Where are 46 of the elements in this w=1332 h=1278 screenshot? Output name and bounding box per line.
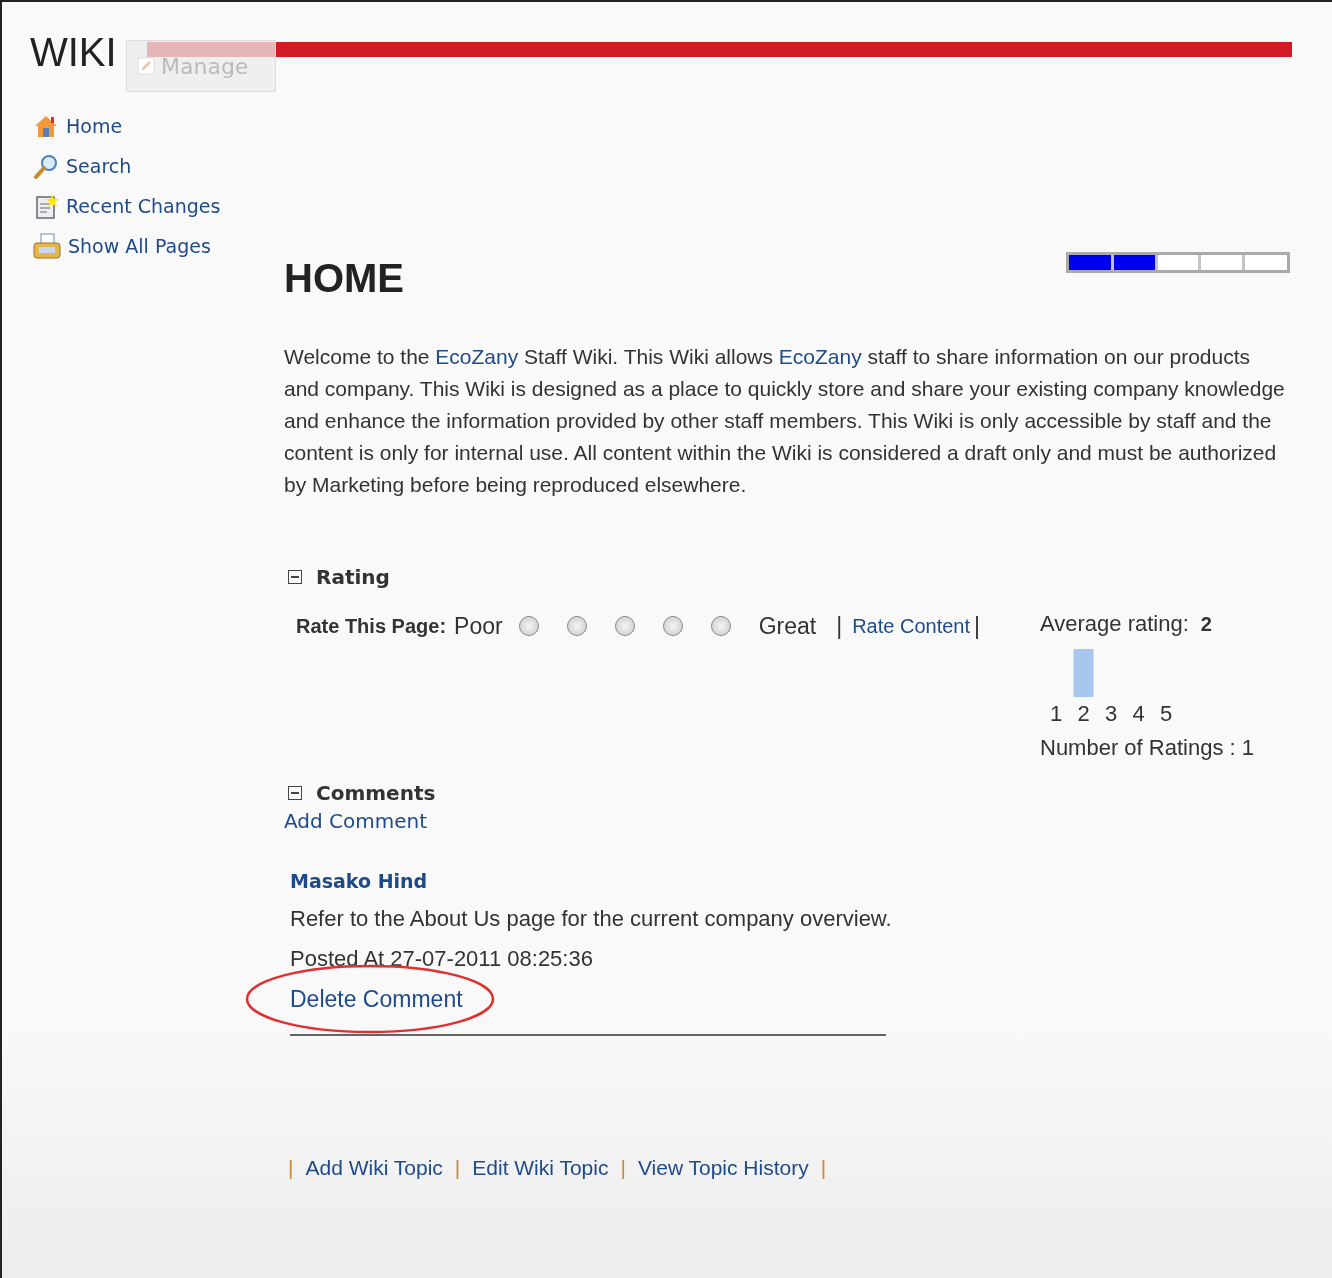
page-title: HOME	[284, 256, 404, 301]
rating-radio[interactable]	[662, 616, 683, 636]
wiki-title: WIKI	[30, 29, 117, 76]
rating-radio[interactable]	[710, 616, 731, 636]
nav-link[interactable]: Recent Changes	[66, 195, 221, 217]
magnifier-icon	[32, 152, 60, 180]
rating-radio[interactable]	[518, 616, 539, 636]
axis-label: 5	[1159, 701, 1173, 725]
inline-link[interactable]: EcoZany	[778, 345, 862, 368]
scale-label: Poor	[454, 612, 503, 640]
printer-icon	[32, 231, 62, 261]
section-title: Comments	[316, 781, 436, 805]
comment-author: Masako Hind	[290, 869, 429, 894]
ratings-count: Number of Ratings : 1	[1040, 735, 1254, 761]
intro-paragraph: Welcome to the EcoZany Staff Wiki. This Wiki allows EcoZany staff to share information on our products and company. This Wiki is designed as a place to quickly store and share your existing company knowledge and enhance the information provided by other staff members. This Wiki is only accessible by staff and the content is only for internal use. All content within the Wiki is considered a draft only and must be authorized by Marketing before being reproduced elsewhere.	[284, 344, 1286, 498]
footer-link[interactable]: Add Wiki Topic	[305, 1155, 443, 1180]
average-label: Average rating:	[1040, 611, 1189, 637]
rating-radio[interactable]	[614, 616, 635, 636]
average-value: 2	[1200, 612, 1212, 636]
rating-radio[interactable]	[566, 616, 587, 636]
rate-prompt: Rate This Page:	[296, 614, 447, 638]
rate-content-link[interactable]: Rate Content	[852, 614, 970, 638]
footer-link[interactable]: Edit Wiki Topic	[472, 1155, 609, 1180]
inline-link[interactable]: EcoZany	[435, 345, 519, 368]
collapse-toggle[interactable]	[288, 786, 302, 800]
separator: |	[974, 612, 980, 640]
collapse-toggle[interactable]	[288, 570, 302, 584]
footer-link[interactable]: View Topic History	[637, 1155, 809, 1180]
separator: |	[836, 612, 843, 640]
separator: |	[620, 1155, 626, 1180]
separator: |	[288, 1155, 294, 1180]
axis-label: 1	[1049, 701, 1063, 725]
pencil-icon	[137, 57, 155, 75]
nav-link[interactable]: Home	[66, 115, 123, 137]
separator: |	[454, 1155, 461, 1180]
histogram-bar	[1073, 649, 1094, 697]
nav-link[interactable]: Search	[66, 155, 132, 177]
scale-label: Great	[758, 612, 817, 640]
nav-link[interactable]: Show All Pages	[68, 235, 211, 257]
axis-label: 2	[1077, 701, 1090, 725]
axis-label: 4	[1132, 701, 1145, 725]
separator: |	[820, 1155, 827, 1180]
axis-label: 3	[1104, 701, 1118, 725]
comment-text: Refer to the About Us page for the current company overview.	[290, 905, 893, 933]
add-comment-link[interactable]: Add Comment	[284, 809, 1290, 833]
section-title: Rating	[316, 565, 390, 589]
